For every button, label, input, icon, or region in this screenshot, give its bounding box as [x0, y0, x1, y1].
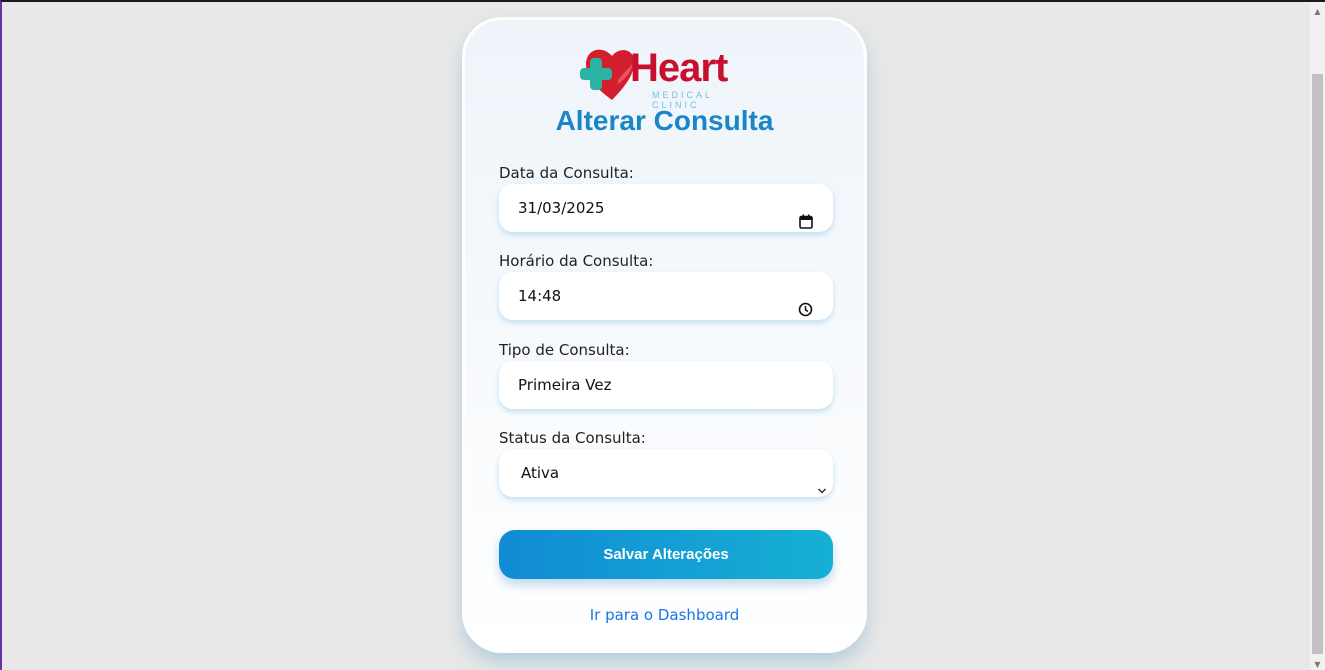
logo-wordmark: Heart	[630, 46, 728, 90]
chevron-down-icon[interactable]	[817, 466, 827, 514]
calendar-icon[interactable]	[799, 200, 813, 248]
type-label: Tipo de Consulta:	[499, 341, 630, 359]
page-title: Alterar Consulta	[555, 105, 774, 136]
save-changes-button[interactable]: Salvar Alterações	[499, 530, 833, 579]
status-select[interactable]: Ativa	[499, 449, 833, 497]
dashboard-link[interactable]: Ir para o Dashboard	[465, 606, 864, 624]
time-label: Horário da Consulta:	[499, 252, 654, 270]
date-label: Data da Consulta:	[499, 164, 634, 182]
time-input[interactable]: 14:48	[499, 272, 833, 320]
date-input[interactable]: 31/03/2025	[499, 184, 833, 232]
status-value: Ativa	[521, 464, 560, 482]
heart-cross-logo-icon	[580, 49, 635, 100]
page-scrollbar[interactable]: ▲ ▼	[1310, 2, 1325, 670]
edit-appointment-card: Heart MEDICAL CLINIC Alterar Consulta Da…	[462, 17, 867, 653]
status-label: Status da Consulta:	[499, 429, 646, 447]
type-value: Primeira Vez	[518, 376, 612, 394]
scroll-up-arrow-icon[interactable]: ▲	[1310, 4, 1325, 19]
scroll-down-arrow-icon[interactable]: ▼	[1310, 657, 1325, 670]
clock-icon[interactable]	[798, 288, 813, 336]
time-value: 14:48	[518, 287, 562, 305]
scrollbar-thumb[interactable]	[1312, 74, 1323, 654]
type-input[interactable]: Primeira Vez	[499, 361, 833, 409]
date-value: 31/03/2025	[518, 199, 605, 217]
clinic-logo: Heart MEDICAL CLINIC	[578, 44, 748, 110]
